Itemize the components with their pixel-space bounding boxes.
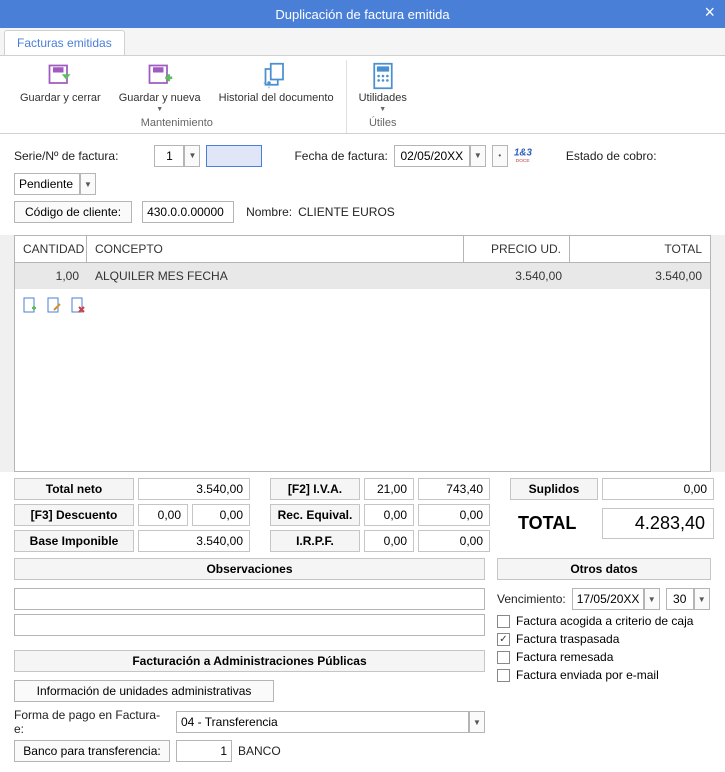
cell-concepto: ALQUILER MES FECHA [87,263,464,289]
vencimiento-dias-dropdown[interactable]: ▼ [694,588,710,610]
save-new-button[interactable]: Guardar y nueva ▼ [115,60,205,115]
codigo-cliente-input[interactable] [142,201,234,223]
descuento-value: 0,00 [192,504,250,526]
suplidos-value[interactable]: 0,00 [602,478,714,500]
otros-datos-header: Otros datos [497,558,711,580]
ribbon-group-utils-label: Útiles [355,115,411,133]
serie-dropdown[interactable]: ▼ [184,145,200,167]
save-new-icon [145,62,175,90]
forma-pago-label: Forma de pago en Factura-e: [14,708,170,736]
cell-total: 3.540,00 [570,263,710,289]
estado-input[interactable] [14,173,80,195]
base-value: 3.540,00 [138,530,250,552]
fact-pub-header: Facturación a Administraciones Públicas [14,650,485,672]
total-neto-label: Total neto [14,478,134,500]
serie-input[interactable] [154,145,184,167]
utilities-button[interactable]: Utilidades ▼ [355,60,411,115]
rec-label: Rec. Equival. [270,504,360,526]
close-icon[interactable]: × [704,2,715,23]
vencimiento-dias-input[interactable] [666,588,694,610]
ribbon: Guardar y cerrar Guardar y nueva ▼ Histo… [0,56,725,134]
edit-line-icon[interactable] [45,295,63,315]
chk-email[interactable] [497,669,510,682]
svg-text:1&3: 1&3 [514,148,532,159]
observaciones-header: Observaciones [14,558,485,580]
banco-num-input[interactable] [176,740,232,762]
grand-total-label: TOTAL [510,509,598,538]
info-unidades-button[interactable]: Información de unidades administrativas [14,680,274,702]
col-concepto[interactable]: CONCEPTO [87,236,464,263]
iva-label: [F2] I.V.A. [270,478,360,500]
serie-label: Serie/Nº de factura: [14,149,118,163]
observaciones-input-2[interactable] [14,614,485,636]
table-row[interactable]: 1,00 ALQUILER MES FECHA 3.540,00 3.540,0… [15,263,710,289]
chevron-down-icon: ▼ [156,106,163,113]
total-neto-value: 3.540,00 [138,478,250,500]
history-button[interactable]: Historial del documento [215,60,338,115]
suplidos-label: Suplidos [510,478,598,500]
fecha-label: Fecha de factura: [294,149,387,163]
chk-traspasada[interactable]: ✓ [497,633,510,646]
rec-pct[interactable]: 0,00 [364,504,414,526]
vencimiento-input[interactable] [572,588,644,610]
col-cantidad[interactable]: CANTIDAD [15,236,87,263]
iva-pct[interactable]: 21,00 [364,478,414,500]
chk-criterio-caja[interactable] [497,615,510,628]
descuento-label: [F3] Descuento [14,504,134,526]
chk-criterio-caja-label: Factura acogida a criterio de caja [516,614,693,628]
chk-remesada-label: Factura remesada [516,650,613,664]
forma-pago-dropdown[interactable]: ▼ [469,711,485,733]
forma-pago-input[interactable] [176,711,469,733]
codigo-cliente-button[interactable]: Código de cliente: [14,201,132,223]
irpf-label: I.R.P.F. [270,530,360,552]
chk-email-label: Factura enviada por e-mail [516,668,659,682]
cell-precio: 3.540,00 [464,263,570,289]
banco-nombre: BANCO [238,744,281,758]
history-icon [261,62,291,90]
estado-dropdown[interactable]: ▼ [80,173,96,195]
svg-text:DOCE: DOCE [515,158,530,164]
col-total[interactable]: TOTAL [570,236,710,263]
nombre-label: Nombre: [246,205,292,219]
irpf-pct[interactable]: 0,00 [364,530,414,552]
col-precio[interactable]: PRECIO UD. [464,236,570,263]
save-close-icon [45,62,75,90]
vencimiento-label: Vencimiento: [497,592,566,606]
numero-input[interactable] [206,145,262,167]
base-label: Base Imponible [14,530,134,552]
save-close-button[interactable]: Guardar y cerrar [16,60,105,115]
grand-total-value: 4.283,40 [602,508,714,539]
irpf-value: 0,00 [418,530,490,552]
chk-remesada[interactable] [497,651,510,664]
banco-transfer-button[interactable]: Banco para transferencia: [14,740,170,762]
add-line-icon[interactable] [21,295,39,315]
nombre-value: CLIENTE EUROS [298,205,395,219]
observaciones-input-1[interactable] [14,588,485,610]
fecha-dropdown[interactable]: ▼ [470,145,486,167]
cell-cantidad: 1,00 [15,263,87,289]
chevron-down-icon: ▼ [379,106,386,113]
tab-facturas[interactable]: Facturas emitidas [4,30,125,55]
descuento-pct[interactable]: 0,00 [138,504,188,526]
ribbon-group-maint-label: Mantenimiento [16,115,338,133]
window-title: Duplicación de factura emitida [275,7,449,22]
vencimiento-dropdown[interactable]: ▼ [644,588,660,610]
title-bar: Duplicación de factura emitida × [0,0,725,28]
rec-value: 0,00 [418,504,490,526]
iva-value: 743,40 [418,478,490,500]
grid-header: CANTIDAD CONCEPTO PRECIO UD. TOTAL [15,236,710,263]
chk-traspasada-label: Factura traspasada [516,632,619,646]
calculator-icon [368,62,398,90]
delete-line-icon[interactable] [69,295,87,315]
fecha-step[interactable]: • [492,145,508,167]
line-items-grid: CANTIDAD CONCEPTO PRECIO UD. TOTAL 1,00 … [14,235,711,472]
brand-icon[interactable]: 1&3DOCE [514,144,540,167]
estado-label: Estado de cobro: [566,149,657,163]
tab-strip: Facturas emitidas [0,28,725,56]
fecha-input[interactable] [394,145,470,167]
